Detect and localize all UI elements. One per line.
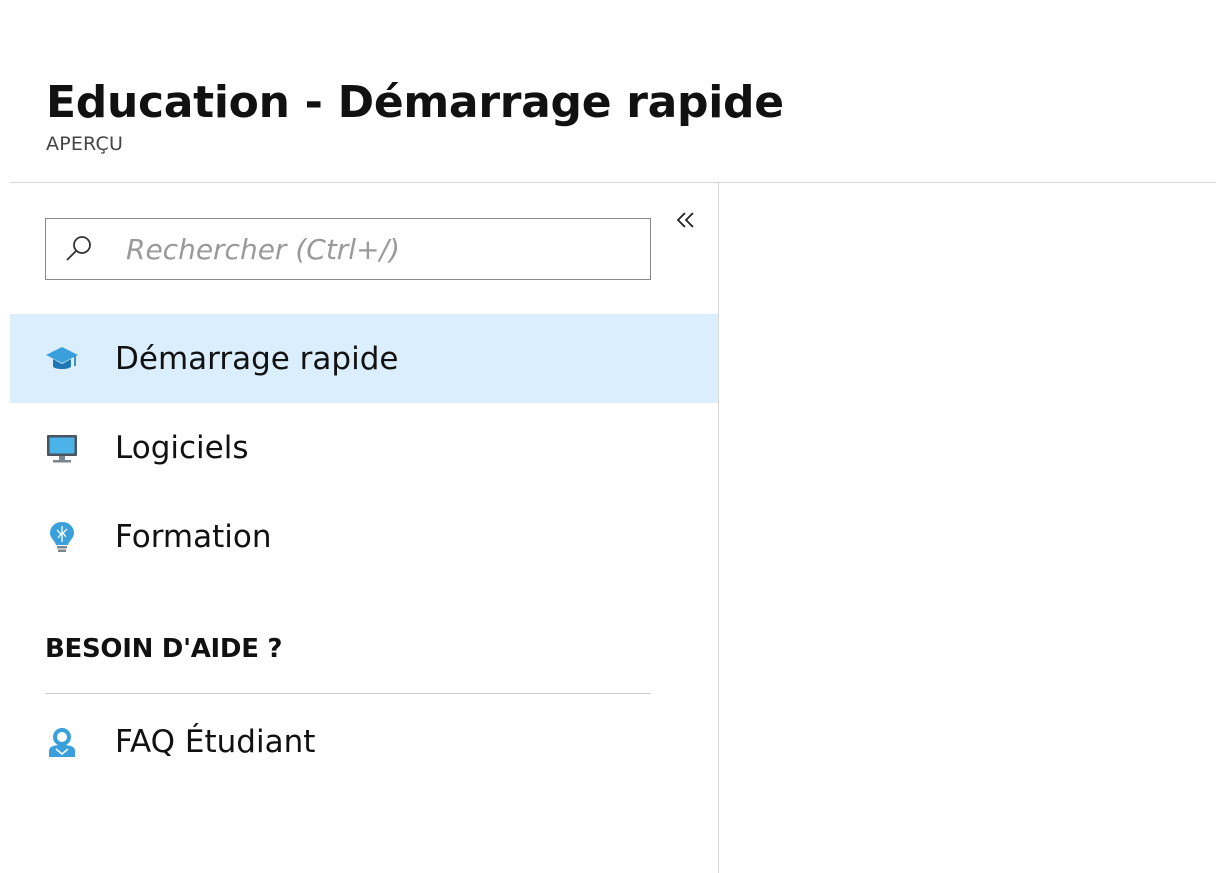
page-header: Education - Démarrage rapide APERÇU (46, 76, 784, 155)
page-subtitle: APERÇU (46, 133, 124, 155)
collapse-sidebar-button[interactable] (672, 205, 702, 235)
search-box[interactable] (45, 218, 651, 280)
monitor-icon (47, 434, 77, 462)
sidebar-item-training[interactable]: Formation (10, 492, 718, 581)
sidebar-item-label: Logiciels (115, 429, 249, 466)
help-section-heading: BESOIN D'AIDE ? (45, 634, 283, 664)
lightbulb-icon (50, 521, 74, 552)
main-content-area (720, 183, 1216, 873)
sidebar-item-label: Formation (115, 518, 272, 555)
student-support-icon (49, 727, 75, 757)
search-icon (66, 236, 91, 261)
search-input[interactable] (126, 229, 626, 269)
sidebar-item-software[interactable]: Logiciels (10, 403, 718, 492)
sidebar: Démarrage rapide Logiciels Formation BES… (10, 183, 719, 873)
sidebar-item-label: Démarrage rapide (115, 340, 399, 377)
sidebar-item-quickstart[interactable]: Démarrage rapide (10, 314, 718, 403)
sidebar-item-label: FAQ Étudiant (115, 723, 316, 760)
page-title: Education - Démarrage rapide (46, 77, 784, 128)
sidebar-item-student-faq[interactable]: FAQ Étudiant (10, 697, 718, 786)
section-divider (45, 693, 651, 694)
education-quickstart-page: Education - Démarrage rapide APERÇU Rech… (0, 0, 1216, 873)
graduation-cap-icon (46, 346, 78, 369)
double-chevron-left-icon (676, 212, 694, 228)
